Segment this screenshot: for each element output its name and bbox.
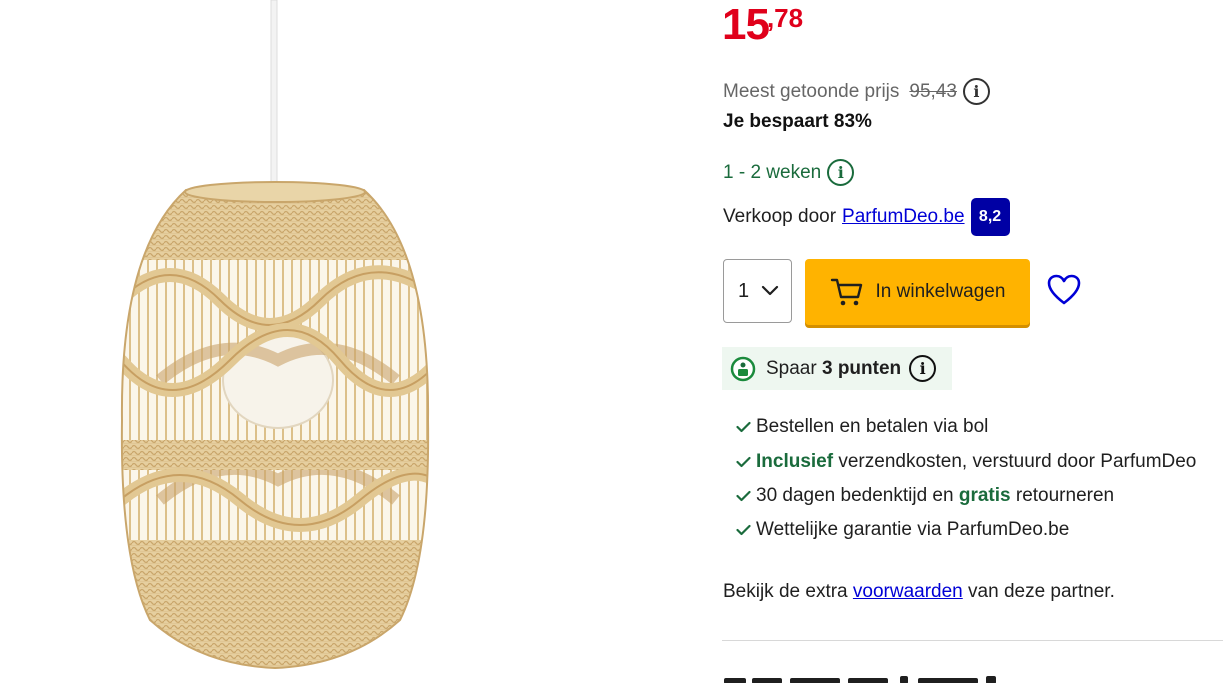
points-icon	[730, 356, 756, 381]
savings-text: Je bespaart 83%	[723, 111, 872, 132]
usp-text: Wettelijke garantie via ParfumDeo.be	[756, 519, 1070, 540]
chevron-down-icon	[762, 285, 779, 296]
reference-price-label: Meest getoonde prijs	[723, 80, 900, 102]
check-icon	[736, 421, 752, 433]
reference-price-row: Meest getoonde prijs 95,43 i	[723, 78, 990, 105]
wishlist-button[interactable]	[1046, 273, 1082, 312]
add-to-cart-label: In winkelwagen	[875, 281, 1006, 302]
product-price: 15,78	[722, 3, 803, 47]
divider	[722, 640, 1223, 641]
points-info-icon[interactable]: i	[909, 355, 937, 382]
partner-terms: Bekijk de extra voorwaarden van deze par…	[723, 581, 1115, 603]
usp-bold: Inclusief	[756, 451, 834, 472]
check-icon	[736, 490, 752, 502]
product-image[interactable]	[100, 0, 460, 683]
usp-item: Wettelijke garantie via ParfumDeo.be	[736, 519, 1069, 541]
add-to-cart-button[interactable]: In winkelwagen	[805, 259, 1030, 325]
heart-icon	[1047, 274, 1081, 305]
usp-item: 30 dagen bedenktijd en gratis retournere…	[736, 485, 1114, 507]
quantity-value: 1	[738, 279, 750, 302]
check-icon	[736, 524, 752, 536]
points-banner: Spaar 3 punten i	[722, 347, 952, 390]
next-section-heading-cutoff	[722, 664, 1022, 683]
usp-text: 30 dagen bedenktijd en	[756, 485, 959, 506]
seller-prefix: Verkoop door	[723, 206, 837, 227]
seller-row: Verkoop door ParfumDeo.be 8,2	[723, 198, 1010, 236]
terms-link[interactable]: voorwaarden	[853, 581, 963, 603]
info-icon[interactable]: i	[962, 78, 990, 105]
points-amount: 3 punten	[821, 357, 902, 379]
price-euros: 15	[722, 0, 770, 49]
price-cents: ,78	[766, 3, 804, 33]
usp-text: verzendkosten, verstuurd door ParfumDeo	[833, 451, 1197, 472]
quantity-select[interactable]: 1	[723, 259, 792, 323]
usp-item: Bestellen en betalen via bol	[736, 416, 988, 438]
delivery-info-icon[interactable]: i	[827, 159, 855, 186]
delivery-row: 1 - 2 weken i	[723, 159, 855, 186]
seller-rating-badge: 8,2	[970, 198, 1010, 236]
delivery-time: 1 - 2 weken	[723, 161, 822, 183]
terms-suffix: van deze partner.	[968, 581, 1115, 602]
terms-prefix: Bekijk de extra	[723, 581, 848, 602]
cut-off-heading-text	[724, 676, 996, 683]
check-icon	[736, 456, 752, 468]
usp-bold: gratis	[958, 485, 1011, 506]
points-prefix: Spaar	[766, 357, 817, 379]
usp-text: Bestellen en betalen via bol	[756, 416, 989, 437]
cart-icon	[830, 278, 862, 306]
seller-link[interactable]: ParfumDeo.be	[842, 206, 965, 228]
usp-item: Inclusief verzendkosten, verstuurd door …	[736, 451, 1196, 473]
rattan-lamp-illustration	[120, 0, 430, 670]
reference-price-value: 95,43	[909, 80, 957, 102]
usp-text-after: retourneren	[1010, 485, 1115, 506]
